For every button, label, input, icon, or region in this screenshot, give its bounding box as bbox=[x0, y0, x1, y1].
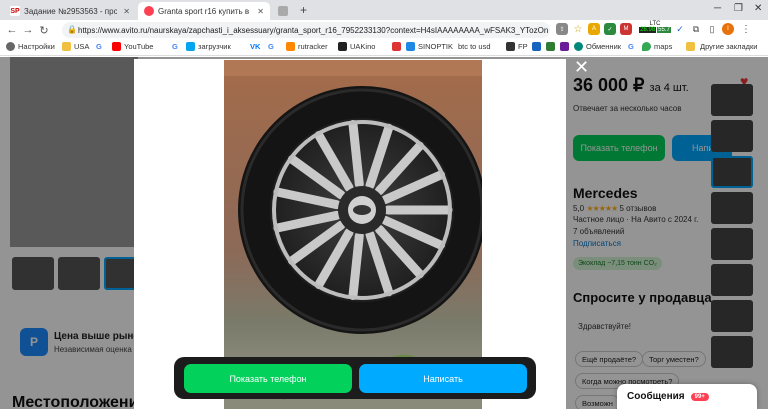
fp-icon bbox=[506, 42, 515, 51]
address-row: ← → ↻ 🔒 https://www.avito.ru/naurskaya/z… bbox=[0, 20, 768, 40]
bookmark-settings[interactable]: Настройки bbox=[6, 42, 55, 51]
unread-badge: 99+ bbox=[690, 392, 709, 401]
new-tab-icon[interactable]: + bbox=[300, 3, 307, 17]
bookmark-red[interactable] bbox=[392, 42, 404, 51]
lock-icon: 🔒 bbox=[67, 25, 77, 34]
uakino-icon bbox=[338, 42, 347, 51]
bookmark-downloader[interactable]: загрузчик bbox=[186, 42, 231, 51]
ltc-ticker[interactable]: LTC 28.98 55.7 bbox=[638, 21, 672, 33]
bookmark-label: SINOPTIK bbox=[418, 42, 454, 51]
viewer-show-phone-button[interactable]: Показать телефон bbox=[184, 364, 352, 393]
tab-label: Granta sport r16 купить в Наурск bbox=[158, 6, 251, 16]
bookmark-rutracker[interactable]: rutracker bbox=[286, 42, 328, 51]
bookmark-label: FP bbox=[518, 42, 528, 51]
minimize-icon[interactable]: ─ bbox=[714, 3, 721, 14]
bookmark-uakino[interactable]: UAKino bbox=[338, 42, 375, 51]
profile-avatar-icon[interactable]: I bbox=[722, 23, 734, 35]
bookmark-label: YouTube bbox=[124, 42, 154, 51]
bookmark-label: G bbox=[96, 42, 102, 51]
url-text: https://www.avito.ru/naurskaya/zapchasti… bbox=[78, 25, 549, 35]
bookmark-ext3[interactable] bbox=[560, 42, 572, 51]
puzzle-icon[interactable]: ⧉ bbox=[690, 23, 702, 35]
bookmark-vk[interactable]: VK bbox=[250, 42, 260, 51]
wheel-spoke bbox=[348, 231, 364, 301]
bookmark-label: Обменник bbox=[586, 42, 622, 51]
bookmark-label: USA bbox=[74, 42, 90, 51]
rutracker-icon bbox=[286, 42, 295, 51]
forward-icon[interactable]: → bbox=[20, 24, 36, 36]
bookmark-maps[interactable]: maps bbox=[642, 42, 672, 51]
extension-icon[interactable]: ✓ bbox=[604, 23, 616, 35]
bookmark-ext2[interactable] bbox=[546, 42, 558, 51]
bookmark-youtube[interactable]: YouTube bbox=[112, 42, 153, 51]
tab-strip: SP Задание №2953563 - просмотр з ✕ Grant… bbox=[0, 0, 768, 20]
wheel-spoke bbox=[348, 119, 364, 189]
bookmark-icon bbox=[392, 42, 401, 51]
sp-favicon-icon: SP bbox=[10, 6, 20, 16]
tab-label: Задание №2953563 - просмотр з bbox=[24, 6, 118, 16]
share-icon[interactable]: ⇪ bbox=[556, 23, 568, 35]
bookmark-icon bbox=[532, 42, 541, 51]
exchange-icon bbox=[574, 42, 583, 51]
address-bar[interactable]: 🔒 https://www.avito.ru/naurskaya/zapchas… bbox=[62, 22, 550, 38]
bookmark-label: G bbox=[268, 42, 274, 51]
bookmark-g[interactable]: G bbox=[96, 42, 102, 51]
bookmark-g[interactable]: G bbox=[172, 42, 178, 51]
bookmark-icon bbox=[546, 42, 555, 51]
sidebar-icon[interactable]: ▯ bbox=[706, 23, 718, 35]
tab-page[interactable] bbox=[272, 2, 296, 20]
viewer-write-button[interactable]: Написать bbox=[359, 364, 527, 393]
bookmark-g[interactable]: G bbox=[268, 42, 274, 51]
bookmark-label: rutracker bbox=[298, 42, 328, 51]
folder-icon bbox=[62, 42, 71, 51]
bookmark-ext1[interactable] bbox=[532, 42, 544, 51]
bookmark-label: G bbox=[172, 42, 178, 51]
messages-label: Сообщения bbox=[627, 391, 685, 402]
extension-icon[interactable]: M bbox=[620, 23, 632, 35]
bookmark-label: загрузчик bbox=[198, 42, 231, 51]
youtube-icon bbox=[112, 42, 121, 51]
weather-icon bbox=[406, 42, 415, 51]
reload-icon[interactable]: ↻ bbox=[36, 24, 52, 37]
tab-task[interactable]: SP Задание №2953563 - просмотр з ✕ bbox=[4, 2, 136, 20]
bookmark-label: btc to usd bbox=[458, 42, 491, 51]
download-icon bbox=[186, 42, 195, 51]
tab-avito[interactable]: Granta sport r16 купить в Наурск ✕ bbox=[138, 2, 270, 20]
ticker-rate: 55.7 bbox=[657, 27, 671, 33]
close-icon[interactable]: ✕ bbox=[574, 58, 589, 76]
bookmark-label: Другие закладки bbox=[700, 42, 758, 51]
messages-button[interactable]: Сообщения 99+ bbox=[617, 384, 757, 409]
bookmark-icon bbox=[560, 42, 569, 51]
close-tab-icon[interactable]: ✕ bbox=[123, 7, 130, 16]
gear-icon bbox=[6, 42, 15, 51]
bookmark-btc[interactable]: btc to usd bbox=[458, 42, 491, 51]
check-extension-icon[interactable]: ✓ bbox=[674, 23, 686, 35]
avito-favicon-icon bbox=[144, 6, 154, 16]
bookmark-label: G bbox=[628, 42, 634, 51]
close-window-icon[interactable]: ✕ bbox=[754, 3, 762, 14]
back-icon[interactable]: ← bbox=[4, 24, 20, 36]
bookmark-usa[interactable]: USA bbox=[62, 42, 89, 51]
bookmark-fp[interactable]: FP bbox=[506, 42, 528, 51]
ticker-rate: 28.98 bbox=[639, 27, 657, 33]
page-favicon-icon bbox=[278, 6, 288, 16]
bookmark-label: UAKino bbox=[350, 42, 376, 51]
bookmark-g[interactable]: G bbox=[628, 42, 634, 51]
bookmark-label: VK bbox=[250, 42, 261, 51]
bookmark-star-icon[interactable]: ☆ bbox=[572, 23, 584, 35]
menu-icon[interactable]: ⋮ bbox=[740, 23, 752, 35]
bookmark-exchanger[interactable]: Обменник bbox=[574, 42, 621, 51]
map-pin-icon bbox=[642, 42, 651, 51]
bookmark-folder[interactable] bbox=[686, 42, 698, 51]
bookmark-label: Настройки bbox=[18, 42, 55, 51]
extension-icon[interactable]: A bbox=[588, 23, 600, 35]
folder-icon bbox=[686, 42, 695, 51]
close-tab-icon[interactable]: ✕ bbox=[257, 7, 264, 16]
other-bookmarks[interactable]: Другие закладки bbox=[700, 42, 757, 51]
bookmarks-bar: Настройки USA G YouTube G загрузчик VK G… bbox=[0, 40, 768, 56]
bookmark-sinoptik[interactable]: SINOPTIK bbox=[406, 42, 453, 51]
bookmark-label: maps bbox=[654, 42, 673, 51]
maximize-icon[interactable]: ❐ bbox=[734, 3, 743, 14]
